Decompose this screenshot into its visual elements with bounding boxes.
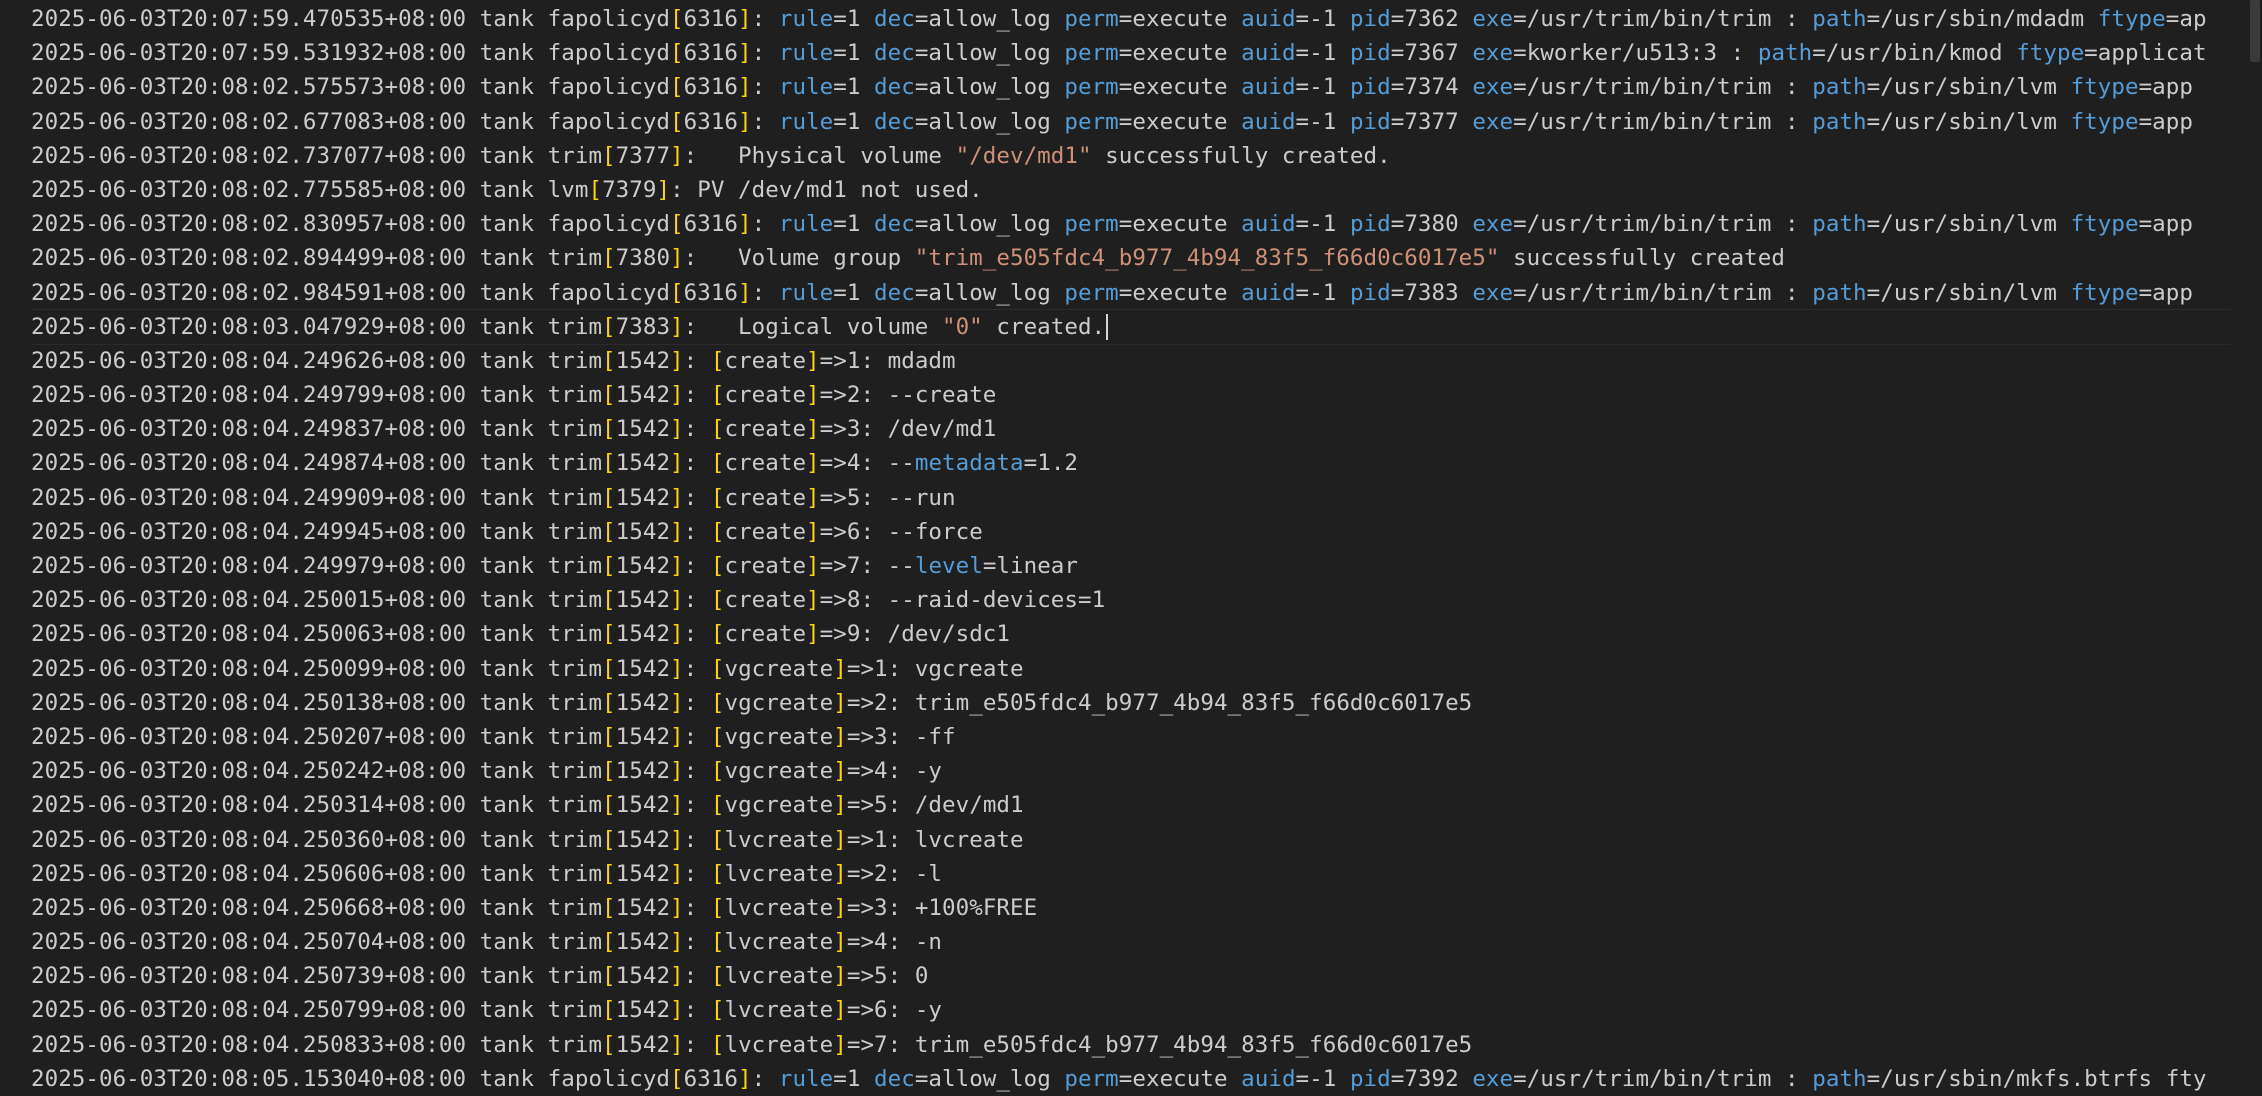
- log-line: 2025-06-03T20:08:02.894499+08:00 tank tr…: [31, 245, 1785, 272]
- log-line: 2025-06-03T20:08:02.984591+08:00 tank fa…: [31, 279, 2193, 306]
- log-line: 2025-06-03T20:08:04.250207+08:00 tank tr…: [31, 723, 956, 750]
- log-line: 2025-06-03T20:08:04.250739+08:00 tank tr…: [31, 963, 929, 990]
- log-line: 2025-06-03T20:08:04.250138+08:00 tank tr…: [31, 689, 1473, 716]
- log-line: 2025-06-03T20:08:05.153040+08:00 tank fa…: [31, 1065, 2207, 1092]
- log-line: 2025-06-03T20:08:04.250314+08:00 tank tr…: [31, 792, 1024, 819]
- log-line: 2025-06-03T20:08:04.250015+08:00 tank tr…: [31, 587, 1106, 614]
- log-line: 2025-06-03T20:08:04.250668+08:00 tank tr…: [31, 894, 1038, 921]
- log-line: 2025-06-03T20:08:02.775585+08:00 tank lv…: [31, 176, 983, 203]
- log-line: 2025-06-03T20:08:03.047929+08:00 tank tr…: [31, 308, 2231, 345]
- log-line: 2025-06-03T20:08:04.250063+08:00 tank tr…: [31, 621, 1011, 648]
- log-line: 2025-06-03T20:08:02.575573+08:00 tank fa…: [31, 74, 2193, 101]
- log-line: 2025-06-03T20:08:04.250242+08:00 tank tr…: [31, 758, 943, 785]
- log-line: 2025-06-03T20:08:04.249979+08:00 tank tr…: [31, 553, 1079, 579]
- log-line: 2025-06-03T20:08:04.249626+08:00 tank tr…: [31, 347, 956, 374]
- log-line: 2025-06-03T20:08:04.250606+08:00 tank tr…: [31, 860, 943, 887]
- log-line: 2025-06-03T20:08:02.677083+08:00 tank fa…: [31, 108, 2193, 135]
- log-line: 2025-06-03T20:07:59.531932+08:00 tank fa…: [31, 40, 2207, 67]
- log-line: 2025-06-03T20:08:04.250799+08:00 tank tr…: [31, 997, 943, 1024]
- text-cursor: [1106, 314, 1109, 341]
- log-line: 2025-06-03T20:08:02.830957+08:00 tank fa…: [31, 211, 2193, 238]
- log-line: 2025-06-03T20:08:04.249837+08:00 tank tr…: [31, 416, 997, 443]
- log-line: 2025-06-03T20:08:04.249909+08:00 tank tr…: [31, 484, 956, 511]
- log-line: 2025-06-03T20:08:04.250360+08:00 tank tr…: [31, 826, 1024, 853]
- scrollbar-thumb[interactable]: [2250, 0, 2260, 62]
- log-editor[interactable]: 2025-06-03T20:07:59.470535+08:00 tank fa…: [0, 0, 2262, 1096]
- log-line: 2025-06-03T20:08:04.249945+08:00 tank tr…: [31, 518, 983, 545]
- vertical-scrollbar[interactable]: [2248, 0, 2262, 1096]
- log-line: 2025-06-03T20:08:04.249799+08:00 tank tr…: [31, 382, 997, 409]
- log-line: 2025-06-03T20:08:04.250833+08:00 tank tr…: [31, 1031, 1473, 1058]
- log-line: 2025-06-03T20:08:04.250099+08:00 tank tr…: [31, 655, 1024, 682]
- log-lines: 2025-06-03T20:07:59.470535+08:00 tank fa…: [31, 2, 2231, 1096]
- log-line: 2025-06-03T20:07:59.470535+08:00 tank fa…: [31, 6, 2207, 32]
- log-line: 2025-06-03T20:08:02.737077+08:00 tank tr…: [31, 142, 1391, 169]
- log-line: 2025-06-03T20:08:04.249874+08:00 tank tr…: [31, 450, 1079, 477]
- log-line: 2025-06-03T20:08:04.250704+08:00 tank tr…: [31, 929, 943, 956]
